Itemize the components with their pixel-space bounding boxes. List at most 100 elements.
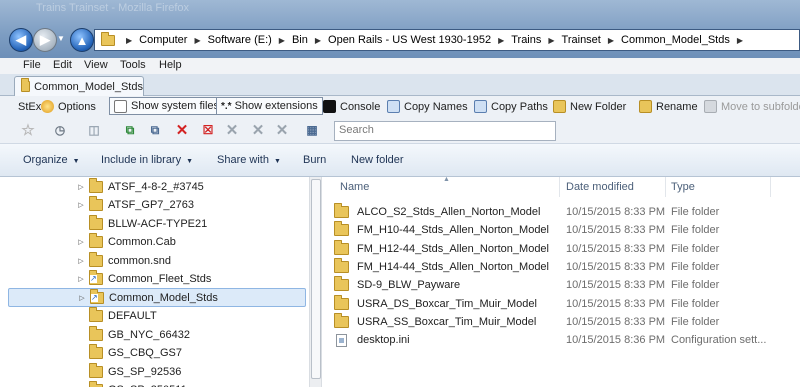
breadcrumb-computer[interactable]: Computer	[139, 34, 187, 46]
chevron-right-icon[interactable]: ▶	[279, 36, 285, 45]
show-system-files-toggle[interactable]: Show system files	[109, 97, 225, 115]
chevron-right-icon[interactable]: ▶	[737, 36, 743, 45]
history-icon[interactable]: ◷	[50, 121, 70, 139]
share-with-button[interactable]: Share with ▼	[217, 154, 281, 166]
menu-file[interactable]: File	[23, 59, 41, 71]
tab-common-model-stds[interactable]: Common_Model_Stds	[14, 76, 144, 96]
chevron-right-icon[interactable]: ▶	[194, 36, 200, 45]
window-up-icon[interactable]: ⧉	[120, 121, 140, 139]
nav-scrollbar[interactable]	[309, 177, 321, 387]
file-type: File folder	[671, 242, 720, 255]
copy-names-icon	[387, 100, 400, 113]
nav-item[interactable]: ▷GS_SP_350511	[8, 381, 306, 387]
breadcrumb-drive[interactable]: Software (E:)	[208, 34, 272, 46]
menu-edit[interactable]: Edit	[53, 59, 72, 71]
nav-item[interactable]: ▷BLLW-ACF-TYPE21	[8, 214, 306, 233]
move-to-subfolder-label: Move to subfolder	[721, 100, 800, 113]
move-to-subfolder-button[interactable]: Move to subfolder	[704, 98, 800, 115]
file-date-modified: 10/15/2015 8:33 PM	[566, 315, 666, 328]
new-folder-button[interactable]: New Folder	[553, 98, 626, 115]
chevron-right-icon[interactable]: ▶	[548, 36, 554, 45]
expand-arrow-icon[interactable]: ▷	[76, 275, 86, 283]
organize-button[interactable]: Organize ▼	[23, 154, 80, 166]
recent-pages-dropdown[interactable]: ▼	[57, 34, 65, 43]
nav-item[interactable]: ▷ Common_Fleet_Stds	[8, 270, 306, 289]
navigation-pane[interactable]: ▷ATSF_4-8-2_#3745▷ATSF_GP7_2763▷BLLW-ACF…	[0, 177, 321, 387]
column-divider[interactable]	[559, 177, 560, 197]
breadcrumb-bin[interactable]: Bin	[292, 34, 308, 46]
breadcrumb-open-rails[interactable]: Open Rails - US West 1930-1952	[328, 34, 491, 46]
file-row[interactable]: FM_H10-44_Stds_Allen_Norton_Model 10/15/2…	[334, 221, 800, 239]
close-tab-icon[interactable]: ☒	[198, 121, 218, 139]
close-all-icon[interactable]: ✕	[222, 121, 242, 139]
file-list[interactable]: Name ▲ Date modified Type ALCO_S2_Stds_A…	[321, 176, 800, 387]
nav-item[interactable]: ▷GB_NYC_66432	[8, 325, 306, 344]
new-folder-command[interactable]: New folder	[351, 154, 404, 166]
breadcrumb-trains[interactable]: Trains	[511, 34, 541, 46]
close-right-icon[interactable]: ✕	[272, 121, 292, 139]
burn-button[interactable]: Burn	[303, 154, 326, 166]
chevron-down-icon: ▼	[72, 158, 80, 165]
menu-view[interactable]: View	[84, 59, 108, 71]
star-icon[interactable]: ☆	[18, 121, 38, 139]
copy-names-button[interactable]: Copy Names	[387, 98, 468, 115]
expand-arrow-icon[interactable]: ▷	[76, 257, 86, 265]
rename-button[interactable]: Rename	[639, 98, 698, 115]
menu-bar: File Edit View Tools Help	[0, 58, 800, 74]
chevron-right-icon[interactable]: ▶	[498, 36, 504, 45]
close-left-icon[interactable]: ✕	[248, 121, 268, 139]
file-row[interactable]: FM_H12-44_Stds_Allen_Norton_Model 10/15/2…	[334, 239, 800, 258]
nav-item-label: Common_Model_Stds	[109, 291, 218, 304]
nav-item[interactable]: ▷GS_CBQ_GS7	[8, 344, 306, 363]
options-button[interactable]: Options	[41, 98, 96, 115]
nav-item[interactable]: ▷ ATSF_4-8-2_#3745	[8, 177, 306, 196]
nav-item[interactable]: ▷ Common_Model_Stds	[8, 288, 306, 307]
group-icon[interactable]: ◫	[84, 121, 104, 139]
stex-button[interactable]: StEx	[18, 98, 41, 115]
file-row[interactable]: USRA_DS_Boxcar_Tim_Muir_Model 10/15/2015 …	[334, 294, 800, 313]
expand-arrow-icon[interactable]: ▷	[76, 183, 86, 191]
file-row[interactable]: SD-9_BLW_Payware 10/15/2015 8:33 PM File f…	[334, 276, 800, 294]
expand-arrow-icon[interactable]: ▷	[76, 201, 86, 209]
show-extensions-toggle[interactable]: *.* Show extensions	[216, 97, 323, 115]
column-header-type[interactable]: Type	[671, 177, 695, 197]
file-date-modified: 10/15/2015 8:33 PM	[566, 297, 666, 310]
breadcrumb-current[interactable]: Common_Model_Stds	[621, 34, 730, 46]
expand-arrow-icon[interactable]: ▷	[77, 294, 87, 302]
include-in-library-button[interactable]: Include in library ▼	[101, 154, 193, 166]
column-divider[interactable]	[770, 177, 771, 197]
file-row[interactable]: desktop.ini 10/15/2015 8:36 PM Configurati…	[334, 331, 800, 349]
menu-help[interactable]: Help	[159, 59, 182, 71]
forward-button[interactable]: ▶	[33, 28, 57, 52]
nav-item-label: DEFAULT	[108, 310, 157, 322]
search-input[interactable]: Search	[334, 121, 556, 141]
folder-icon	[334, 203, 349, 218]
menu-tools[interactable]: Tools	[120, 59, 146, 71]
back-button[interactable]: ◀	[9, 28, 33, 52]
address-bar[interactable]: ▶ Computer ▶ Software (E:) ▶ Bin ▶ Open …	[94, 29, 800, 51]
chevron-right-icon[interactable]: ▶	[126, 36, 132, 45]
nav-item[interactable]: ▷DEFAULT	[8, 307, 306, 326]
view-options-icon[interactable]: ▦	[302, 121, 322, 139]
chevron-right-icon[interactable]: ▶	[608, 36, 614, 45]
nav-item[interactable]: ▷ common.snd	[8, 251, 306, 270]
nav-item[interactable]: ▷ Common.Cab	[8, 233, 306, 252]
copy-paths-button[interactable]: Copy Paths	[474, 98, 548, 115]
chevron-right-icon[interactable]: ▶	[315, 36, 321, 45]
nav-scroll-thumb[interactable]	[311, 179, 321, 379]
breadcrumb-trainset[interactable]: Trainset	[562, 34, 601, 46]
up-button[interactable]: ▲	[70, 28, 94, 52]
column-header-date-modified[interactable]: Date modified	[566, 177, 634, 197]
column-header-name[interactable]: Name	[340, 177, 369, 197]
console-button[interactable]: Console	[323, 98, 380, 115]
window-copy-icon[interactable]: ⧉	[145, 121, 165, 139]
column-divider[interactable]	[665, 177, 666, 197]
close-icon[interactable]: ✕	[172, 121, 192, 139]
file-row[interactable]: USRA_SS_Boxcar_Tim_Muir_Model 10/15/2015 …	[334, 312, 800, 331]
file-row[interactable]: FM_H14-44_Stds_Allen_Norton_Model 10/15/2…	[334, 257, 800, 276]
nav-item[interactable]: ▷ ATSF_GP7_2763	[8, 196, 306, 215]
nav-item[interactable]: ▷GS_SP_92536	[8, 362, 306, 381]
expand-arrow-icon[interactable]: ▷	[76, 238, 86, 246]
file-row[interactable]: ALCO_S2_Stds_Allen_Norton_Model 10/15/201…	[334, 203, 800, 221]
folder-icon	[101, 31, 115, 46]
